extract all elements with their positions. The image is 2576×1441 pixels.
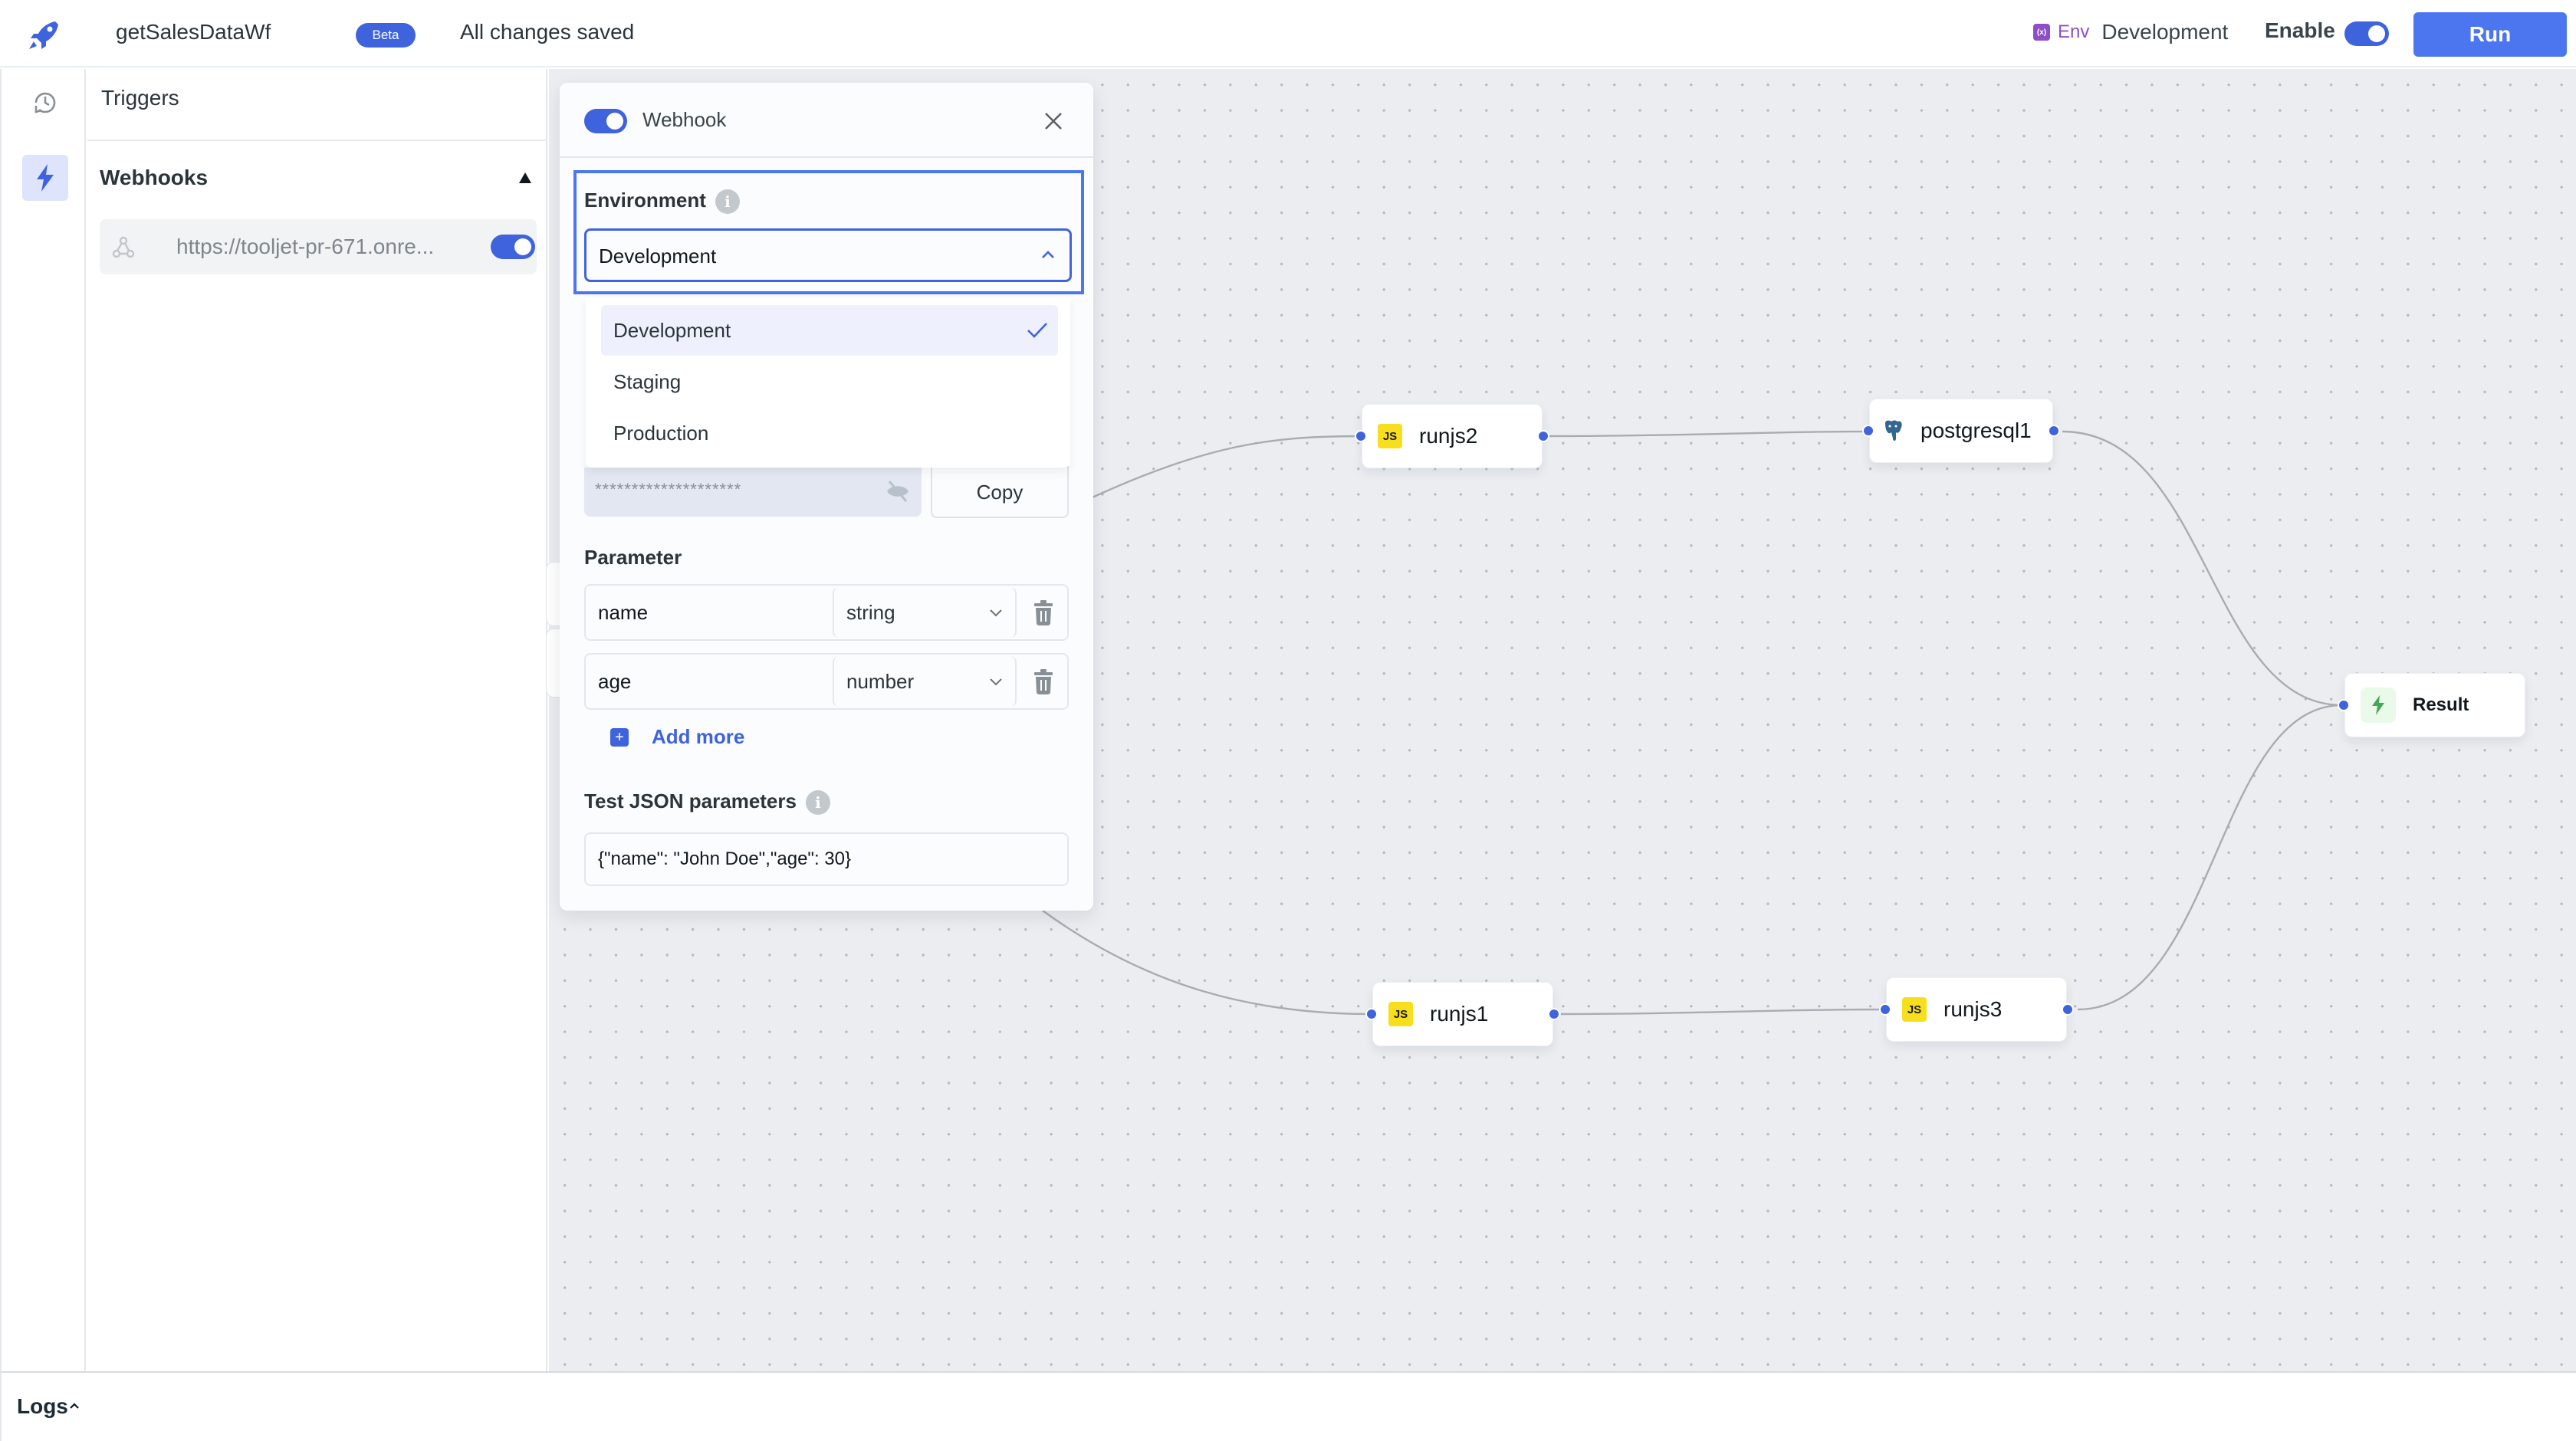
javascript-icon: JS — [1902, 997, 1927, 1022]
trash-icon[interactable] — [1033, 599, 1053, 625]
rail-item-triggers[interactable] — [22, 155, 68, 201]
eye-off-icon[interactable] — [885, 480, 911, 503]
add-more-label: Add more — [652, 725, 745, 748]
input-handle[interactable] — [2338, 699, 2350, 711]
node-label: Result — [2413, 694, 2469, 715]
info-icon[interactable]: i — [805, 790, 830, 816]
parameter-type-select[interactable]: number — [833, 656, 1017, 707]
test-json-input[interactable]: {"name": "John Doe","age": 30} — [584, 832, 1069, 886]
trash-icon[interactable] — [1033, 668, 1053, 694]
environment-section: Environment i Development — [573, 170, 1084, 294]
input-handle[interactable] — [1365, 1008, 1378, 1020]
option-label: Staging — [613, 369, 682, 393]
webhook-url: https://tooljet-pr-671.onre... — [176, 235, 435, 258]
node-runjs1[interactable]: JS runjs1 — [1365, 982, 1560, 1046]
output-handle[interactable] — [1548, 1008, 1560, 1020]
node-result[interactable]: Result — [2338, 673, 2525, 737]
webhook-panel-toggle[interactable] — [584, 109, 627, 133]
dropdown-option-production[interactable]: Production — [601, 408, 1058, 458]
triggers-title: Triggers — [101, 86, 179, 110]
lightning-icon — [37, 164, 54, 192]
logs-bar[interactable]: Logs — [0, 1371, 2576, 1441]
parameter-row: name string — [584, 584, 1069, 641]
info-icon[interactable]: i — [715, 189, 740, 215]
option-label: Production — [613, 421, 709, 445]
chevron-down-icon — [990, 609, 1002, 617]
beta-badge: Beta — [356, 23, 416, 48]
environment-indicator[interactable]: (x) Env Development — [2033, 20, 2228, 44]
webhook-config-panel: Webhook Environment i Development *******… — [560, 83, 1093, 911]
history-icon — [34, 92, 56, 113]
close-icon[interactable] — [1043, 110, 1064, 132]
parameter-type-value: number — [846, 670, 915, 693]
left-rail — [0, 69, 86, 1372]
logs-label[interactable]: Logs — [17, 1394, 68, 1419]
env-value: Development — [2101, 20, 2229, 44]
option-label: Development — [613, 318, 731, 342]
lightning-icon — [2372, 695, 2384, 715]
environment-label: Environment i — [584, 189, 740, 215]
chevron-up-icon — [1042, 251, 1054, 258]
webhook-icon — [112, 236, 135, 258]
dropdown-option-development[interactable]: Development — [601, 305, 1058, 356]
webhooks-section-title[interactable]: Webhooks — [100, 166, 208, 190]
parameter-name-input[interactable]: age — [598, 670, 631, 694]
chevron-up-icon[interactable] — [69, 1402, 80, 1410]
enable-label: Enable — [2265, 18, 2335, 42]
node-label: postgresql1 — [1921, 419, 2032, 442]
test-json-label: Test JSON parameters i — [584, 789, 830, 816]
run-button[interactable]: Run — [2413, 12, 2567, 57]
variable-icon: (x) — [2033, 24, 2050, 41]
javascript-icon: JS — [1378, 424, 1402, 448]
divider — [87, 140, 547, 141]
postgresql-icon — [1885, 420, 1902, 441]
environment-select[interactable]: Development — [584, 228, 1072, 282]
parameter-row: age number — [584, 653, 1069, 710]
environment-label-text: Environment — [584, 189, 706, 212]
node-label: runjs1 — [1430, 1002, 1489, 1026]
panel-header: Webhook — [560, 83, 1093, 158]
env-label: Env — [2058, 21, 2090, 42]
secret-value: ******************** — [595, 480, 742, 499]
panel-title: Webhook — [642, 108, 727, 131]
parameter-type-select[interactable]: string — [833, 587, 1017, 638]
node-runjs3[interactable]: JS runjs3 — [1879, 977, 2074, 1042]
collapse-caret-icon[interactable] — [519, 172, 531, 183]
webhook-list-item[interactable]: https://tooljet-pr-671.onre... — [100, 219, 537, 274]
node-runjs2[interactable]: JS runjs2 — [1355, 404, 1549, 468]
rail-item-history[interactable] — [22, 80, 68, 126]
check-icon — [1027, 323, 1047, 338]
environment-selected-value: Development — [599, 245, 717, 268]
javascript-icon: JS — [1388, 1002, 1413, 1026]
plus-icon: + — [610, 727, 629, 747]
parameter-name-input[interactable]: name — [598, 601, 648, 625]
node-label: runjs3 — [1944, 997, 2003, 1021]
output-handle[interactable] — [2062, 1003, 2074, 1016]
triggers-panel: Triggers Webhooks https://tooljet-pr-671… — [87, 69, 547, 1372]
dropdown-option-staging[interactable]: Staging — [601, 356, 1058, 407]
input-handle[interactable] — [1862, 425, 1875, 437]
top-bar: getSalesDataWf Beta All changes saved (x… — [0, 0, 2576, 67]
test-json-label-text: Test JSON parameters — [584, 789, 797, 812]
enable-toggle[interactable] — [2344, 21, 2389, 46]
parameter-type-value: string — [846, 601, 895, 624]
chevron-down-icon — [990, 678, 1002, 686]
add-more-button[interactable]: + Add more — [610, 725, 744, 749]
node-label: runjs2 — [1419, 424, 1478, 448]
secret-field[interactable]: ******************** — [584, 468, 922, 517]
output-handle[interactable] — [1537, 430, 1549, 442]
output-handle[interactable] — [2048, 425, 2060, 437]
copy-button[interactable]: Copy — [931, 466, 1069, 518]
environment-dropdown-menu: Development Staging Production — [586, 297, 1070, 468]
input-handle[interactable] — [1355, 430, 1367, 442]
input-handle[interactable] — [1879, 1003, 1891, 1016]
result-icon — [2361, 688, 2396, 723]
save-status: All changes saved — [460, 20, 635, 44]
webhook-enable-toggle[interactable] — [491, 235, 535, 259]
parameter-label: Parameter — [584, 546, 682, 569]
rocket-logo-icon[interactable] — [26, 18, 63, 52]
workflow-name[interactable]: getSalesDataWf — [116, 20, 271, 44]
node-postgresql1[interactable]: postgresql1 — [1862, 399, 2060, 463]
